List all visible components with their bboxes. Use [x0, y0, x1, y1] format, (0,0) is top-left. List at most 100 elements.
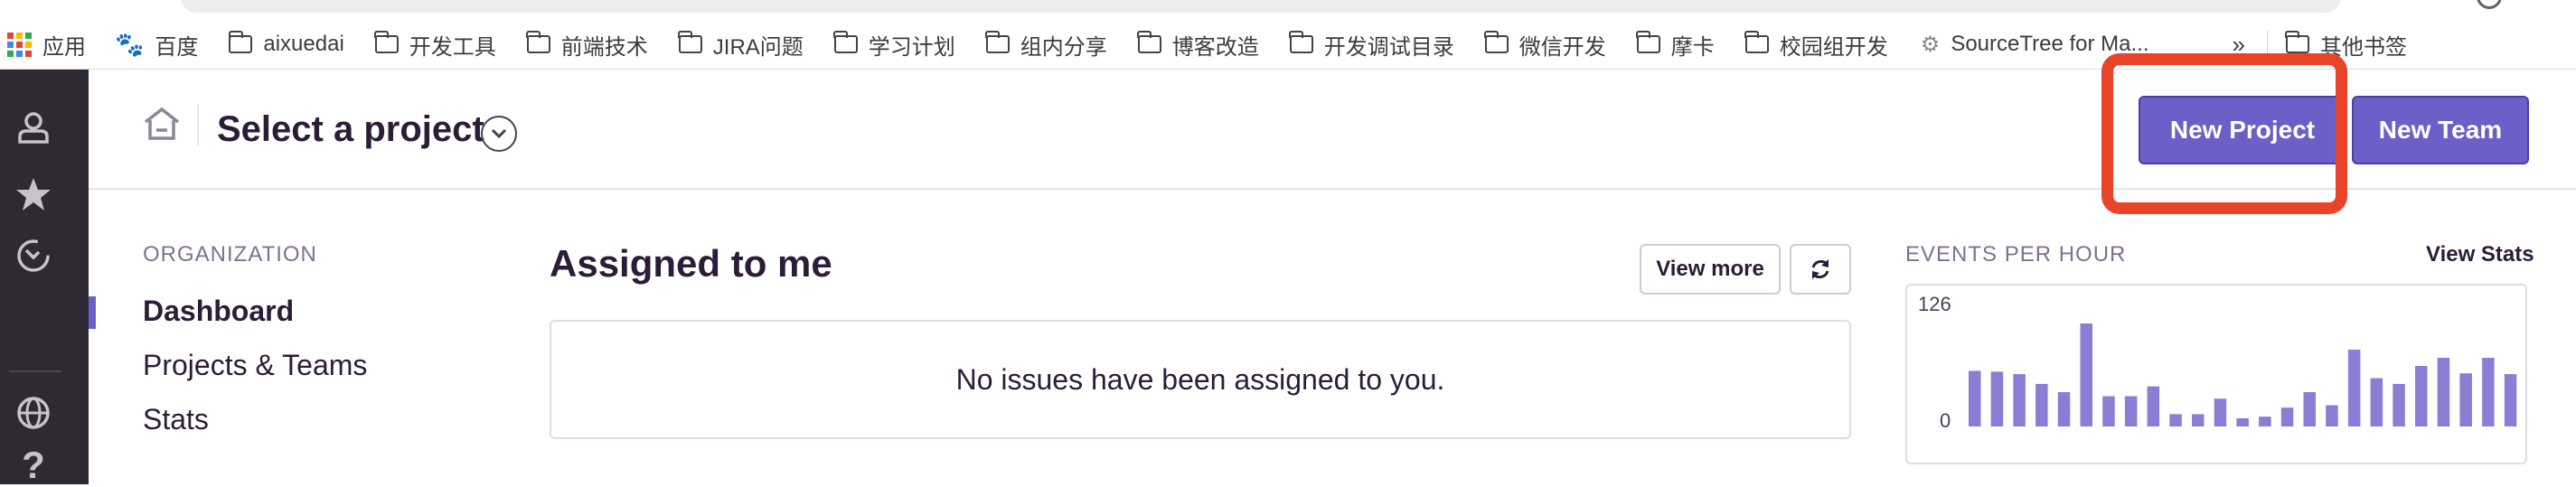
- bookmark-label: 微信开发: [1518, 34, 1606, 60]
- chart-bar[interactable]: [2236, 417, 2249, 426]
- bookmark-folder[interactable]: 开发调试目录: [1289, 20, 1454, 69]
- view-more-button[interactable]: View more: [1640, 244, 1781, 295]
- chart-bar[interactable]: [2303, 392, 2317, 426]
- profile-icon[interactable]: [2477, 0, 2502, 9]
- folder-icon: [1744, 31, 1769, 53]
- nav-item-projects-teams[interactable]: Projects & Teams: [143, 349, 367, 382]
- view-stats-link[interactable]: View Stats: [2426, 242, 2534, 267]
- events-chart-panel: 0 126: [1905, 284, 2527, 464]
- chart-bar[interactable]: [2437, 358, 2450, 426]
- chart-bar[interactable]: [2482, 358, 2495, 426]
- folder-icon: [1289, 31, 1313, 53]
- bookmark-folder[interactable]: 开发工具: [374, 20, 496, 69]
- empty-message: No issues have been assigned to you.: [955, 362, 1445, 396]
- chart-bar[interactable]: [2147, 386, 2160, 426]
- bookmark-folder[interactable]: 摩卡: [1636, 20, 1715, 69]
- bookmark-label: 开发工具: [409, 34, 496, 60]
- bookmark-folder[interactable]: 校园组开发: [1744, 20, 1888, 69]
- address-bar[interactable]: [181, 0, 2341, 13]
- events-chart: 0 126: [1918, 293, 2517, 432]
- chart-bar[interactable]: [2192, 414, 2205, 426]
- bookmark-label: 前端技术: [560, 34, 648, 60]
- bookmark-apps[interactable]: 应用: [0, 20, 86, 69]
- chart-bar[interactable]: [2169, 414, 2182, 426]
- chart-bar[interactable]: [2124, 396, 2138, 426]
- bookmark-baidu[interactable]: 🐾 百度: [115, 20, 198, 69]
- assigned-issues-panel: No issues have been assigned to you.: [550, 320, 1851, 439]
- chart-bar[interactable]: [2415, 366, 2428, 426]
- browser-toolbar: [0, 0, 2576, 20]
- chart-bar[interactable]: [2504, 374, 2517, 426]
- chart-bar[interactable]: [2259, 417, 2271, 426]
- bookmark-label: 摩卡: [1670, 34, 1715, 60]
- chart-bar[interactable]: [2393, 383, 2405, 426]
- nav-item-stats[interactable]: Stats: [143, 403, 209, 436]
- bookmark-folder[interactable]: 博客改造: [1137, 20, 1259, 69]
- home-icon[interactable]: [143, 106, 181, 146]
- bookmark-label: 开发调试目录: [1323, 34, 1454, 60]
- folder-icon: [1484, 31, 1509, 53]
- bookmark-folder[interactable]: aixuedai: [228, 20, 344, 69]
- globe-icon[interactable]: [0, 395, 67, 431]
- chart-bar[interactable]: [2057, 392, 2071, 426]
- y-tick-label: 126: [1918, 293, 1951, 315]
- folder-icon: [228, 31, 253, 53]
- refresh-button[interactable]: [1790, 244, 1851, 295]
- nav-active-indicator: [89, 296, 96, 329]
- bookmark-label: 博客改造: [1171, 34, 1259, 60]
- star-icon[interactable]: [0, 176, 67, 212]
- chart-bar[interactable]: [2459, 373, 2472, 426]
- folder-icon: [833, 31, 858, 53]
- nav-item-dashboard[interactable]: Dashboard: [143, 295, 294, 328]
- bookmark-folder[interactable]: 微信开发: [1484, 20, 1606, 69]
- header-divider: [197, 104, 199, 145]
- new-team-button[interactable]: New Team: [2352, 96, 2529, 164]
- folder-icon: [1137, 31, 1161, 53]
- folder-icon: [678, 31, 702, 53]
- chart-bar[interactable]: [2013, 374, 2026, 426]
- chart-bar[interactable]: [2326, 405, 2338, 426]
- bookmark-folder[interactable]: 学习计划: [833, 20, 955, 69]
- chart-bar[interactable]: [2370, 378, 2383, 426]
- app-sidebar: ?: [0, 70, 89, 487]
- sidebar-divider: [9, 370, 61, 372]
- section-title: Assigned to me: [550, 242, 832, 285]
- page-title: Select a project: [217, 109, 484, 149]
- help-glyph: ?: [22, 444, 45, 486]
- apps-grid-icon: [7, 32, 32, 57]
- bookmark-label: 百度: [155, 34, 199, 60]
- folder-icon: [2285, 31, 2309, 53]
- chevron-down-icon: [491, 128, 507, 139]
- chart-bar[interactable]: [2214, 398, 2227, 426]
- bookmark-folder[interactable]: 组内分享: [985, 20, 1107, 69]
- nav-heading: ORGANIZATION: [143, 242, 317, 267]
- chart-bar[interactable]: [2347, 349, 2361, 426]
- chart-bar[interactable]: [2080, 323, 2093, 426]
- chart-bar[interactable]: [2035, 383, 2048, 426]
- user-icon[interactable]: [0, 109, 67, 145]
- folder-icon: [1636, 31, 1660, 53]
- sourcetree-icon: ⚙: [1920, 32, 1941, 57]
- folder-icon: [526, 31, 550, 53]
- chart-bar[interactable]: [1969, 370, 1981, 426]
- chart-bar[interactable]: [2280, 407, 2294, 426]
- activity-clock-icon[interactable]: [0, 238, 67, 274]
- refresh-icon: [1811, 259, 1829, 279]
- bookmark-label: 应用: [42, 34, 86, 60]
- folder-icon: [374, 31, 399, 53]
- bookmark-label: aixuedai: [263, 32, 344, 56]
- chart-bar[interactable]: [1990, 371, 2004, 426]
- bookmark-label: 组内分享: [1020, 34, 1107, 60]
- bookmark-label: 校园组开发: [1779, 34, 1888, 60]
- bookmark-label: 学习计划: [868, 34, 955, 60]
- project-select-toggle[interactable]: [481, 116, 517, 152]
- y-tick-label: 0: [1940, 409, 1951, 432]
- highlight-annotation: [2101, 53, 2347, 214]
- events-heading: EVENTS PER HOUR: [1905, 242, 2127, 267]
- bookmark-folder[interactable]: 前端技术: [526, 20, 648, 69]
- baidu-paw-icon: 🐾: [115, 30, 145, 58]
- help-icon[interactable]: ?: [0, 444, 67, 487]
- bookmark-label: JIRA问题: [712, 34, 804, 60]
- chart-bar[interactable]: [2102, 396, 2115, 426]
- bookmark-folder[interactable]: JIRA问题: [678, 20, 804, 69]
